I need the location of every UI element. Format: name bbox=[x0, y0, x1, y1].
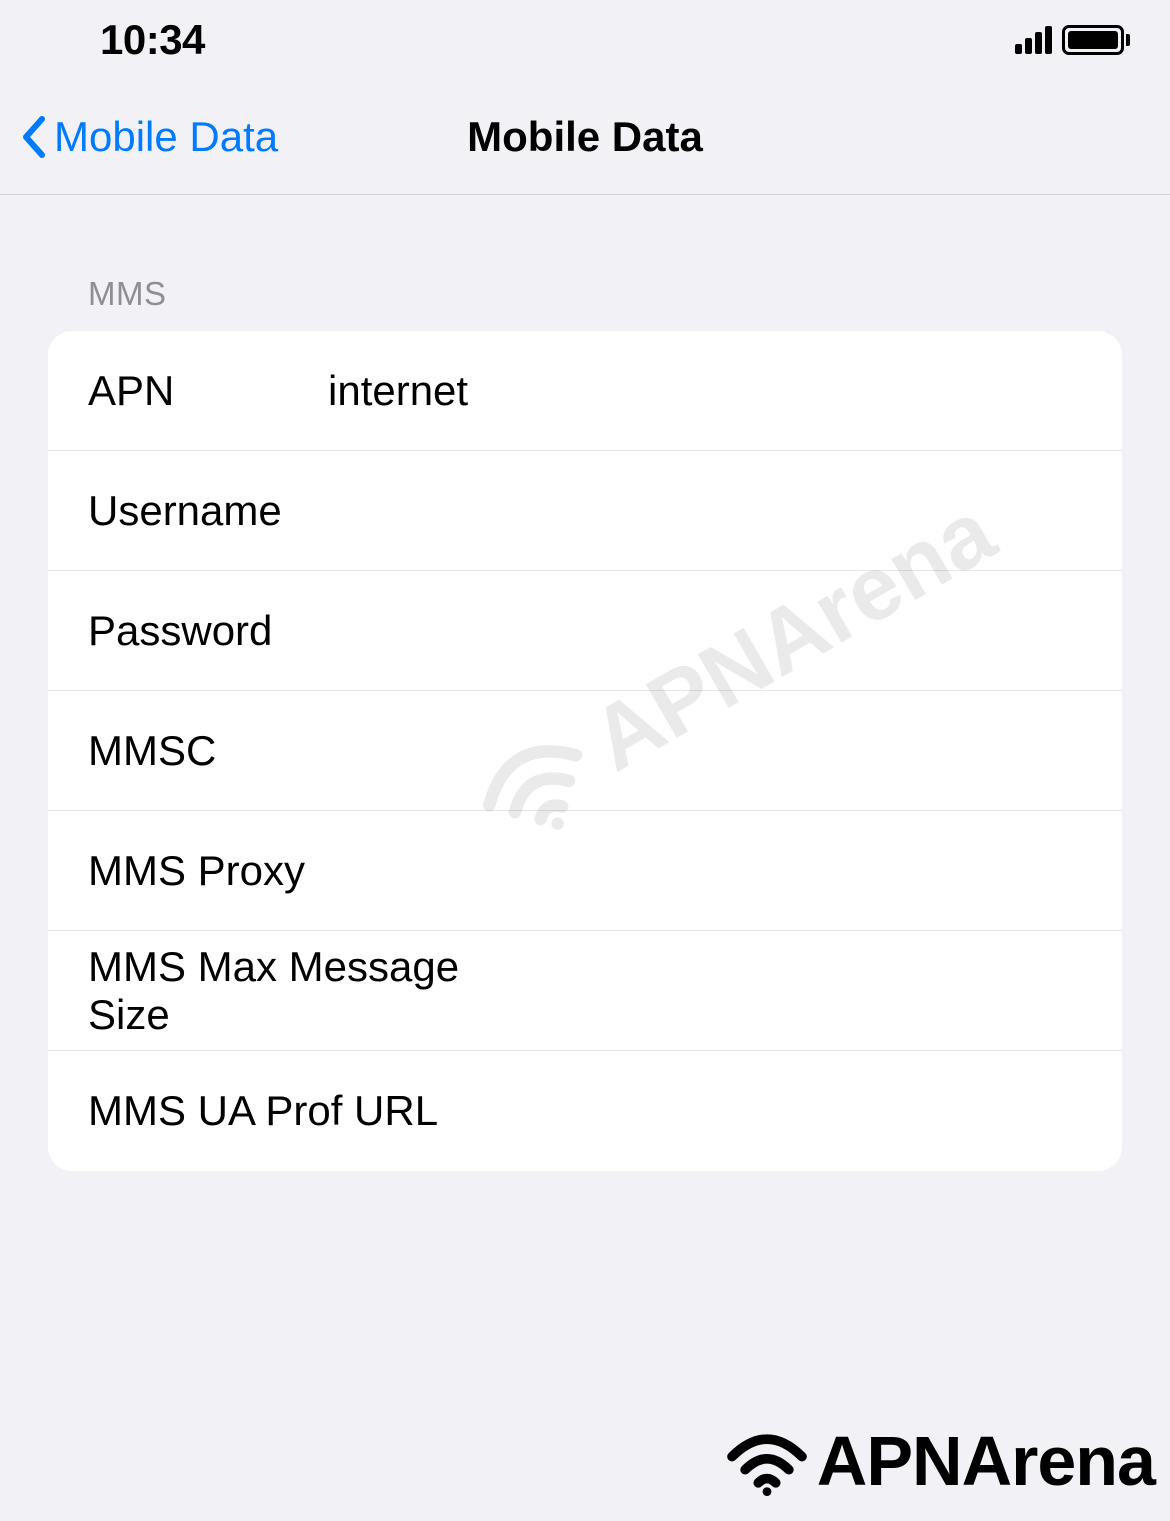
settings-row-mmsc[interactable]: MMSC bbox=[48, 691, 1122, 811]
navigation-bar: Mobile Data Mobile Data bbox=[0, 80, 1170, 195]
wifi-icon bbox=[722, 1426, 812, 1496]
row-label: MMSC bbox=[88, 727, 328, 775]
row-label: MMS UA Prof URL bbox=[88, 1087, 541, 1135]
row-label: Password bbox=[88, 607, 328, 655]
watermark-bottom: APNArena bbox=[722, 1421, 1155, 1501]
status-bar: 10:34 bbox=[0, 0, 1170, 80]
row-label: APN bbox=[88, 367, 328, 415]
settings-row-mms-proxy[interactable]: MMS Proxy bbox=[48, 811, 1122, 931]
settings-row-mms-max-size[interactable]: MMS Max Message Size bbox=[48, 931, 1122, 1051]
row-label: Username bbox=[88, 487, 328, 535]
watermark-text: APNArena bbox=[817, 1421, 1155, 1501]
row-label: MMS Proxy bbox=[88, 847, 328, 895]
settings-row-password[interactable]: Password bbox=[48, 571, 1122, 691]
back-button[interactable]: Mobile Data bbox=[20, 113, 278, 161]
status-time: 10:34 bbox=[100, 16, 205, 64]
section-header-mms: MMS bbox=[48, 275, 1122, 331]
battery-icon bbox=[1062, 25, 1130, 55]
password-field[interactable] bbox=[328, 607, 1082, 655]
back-label: Mobile Data bbox=[54, 113, 278, 161]
settings-group-mms: APN Username Password MMSC MMS Proxy MMS… bbox=[48, 331, 1122, 1171]
chevron-left-icon bbox=[20, 115, 46, 159]
apn-field[interactable] bbox=[328, 367, 1082, 415]
settings-row-username[interactable]: Username bbox=[48, 451, 1122, 571]
mms-ua-prof-url-field[interactable] bbox=[541, 1087, 1082, 1135]
mms-proxy-field[interactable] bbox=[328, 847, 1082, 895]
status-indicators bbox=[1015, 25, 1130, 55]
cellular-signal-icon bbox=[1015, 26, 1052, 54]
row-label: MMS Max Message Size bbox=[88, 943, 541, 1039]
mmsc-field[interactable] bbox=[328, 727, 1082, 775]
settings-row-mms-ua-prof-url[interactable]: MMS UA Prof URL bbox=[48, 1051, 1122, 1171]
page-title: Mobile Data bbox=[467, 113, 703, 161]
username-field[interactable] bbox=[328, 487, 1082, 535]
settings-row-apn[interactable]: APN bbox=[48, 331, 1122, 451]
mms-max-size-field[interactable] bbox=[541, 967, 1082, 1015]
content: MMS APN Username Password MMSC MMS Proxy… bbox=[0, 195, 1170, 1171]
